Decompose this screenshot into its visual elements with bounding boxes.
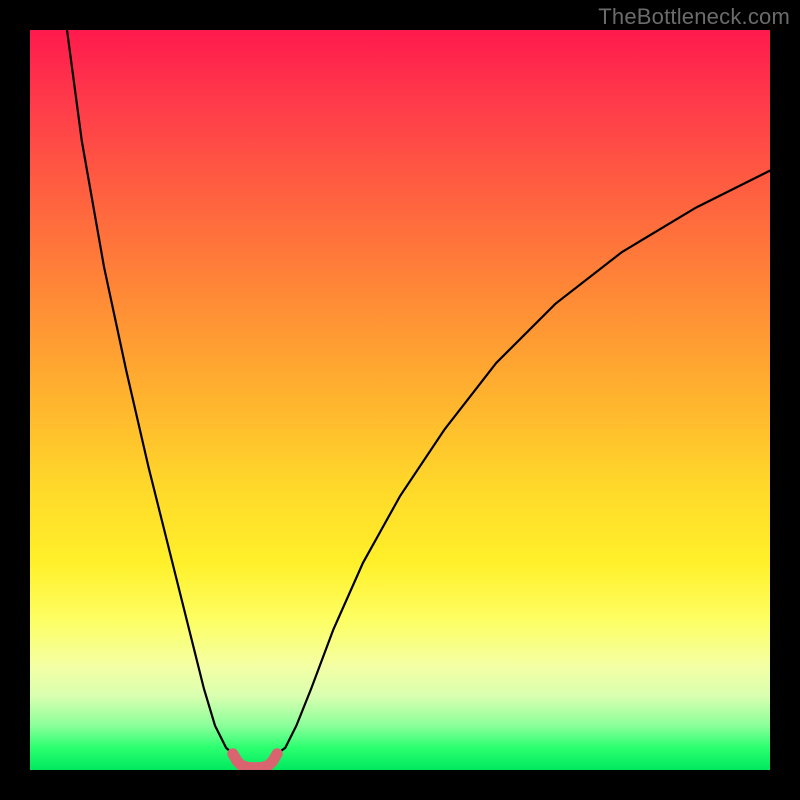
outer-frame: TheBottleneck.com: [0, 0, 800, 800]
curve-left-arm: [67, 30, 233, 754]
watermark-text: TheBottleneck.com: [598, 4, 790, 30]
curve-trough: [233, 754, 277, 768]
plot-area: [30, 30, 770, 770]
curve-right-arm: [277, 171, 770, 754]
curve-svg: [30, 30, 770, 770]
